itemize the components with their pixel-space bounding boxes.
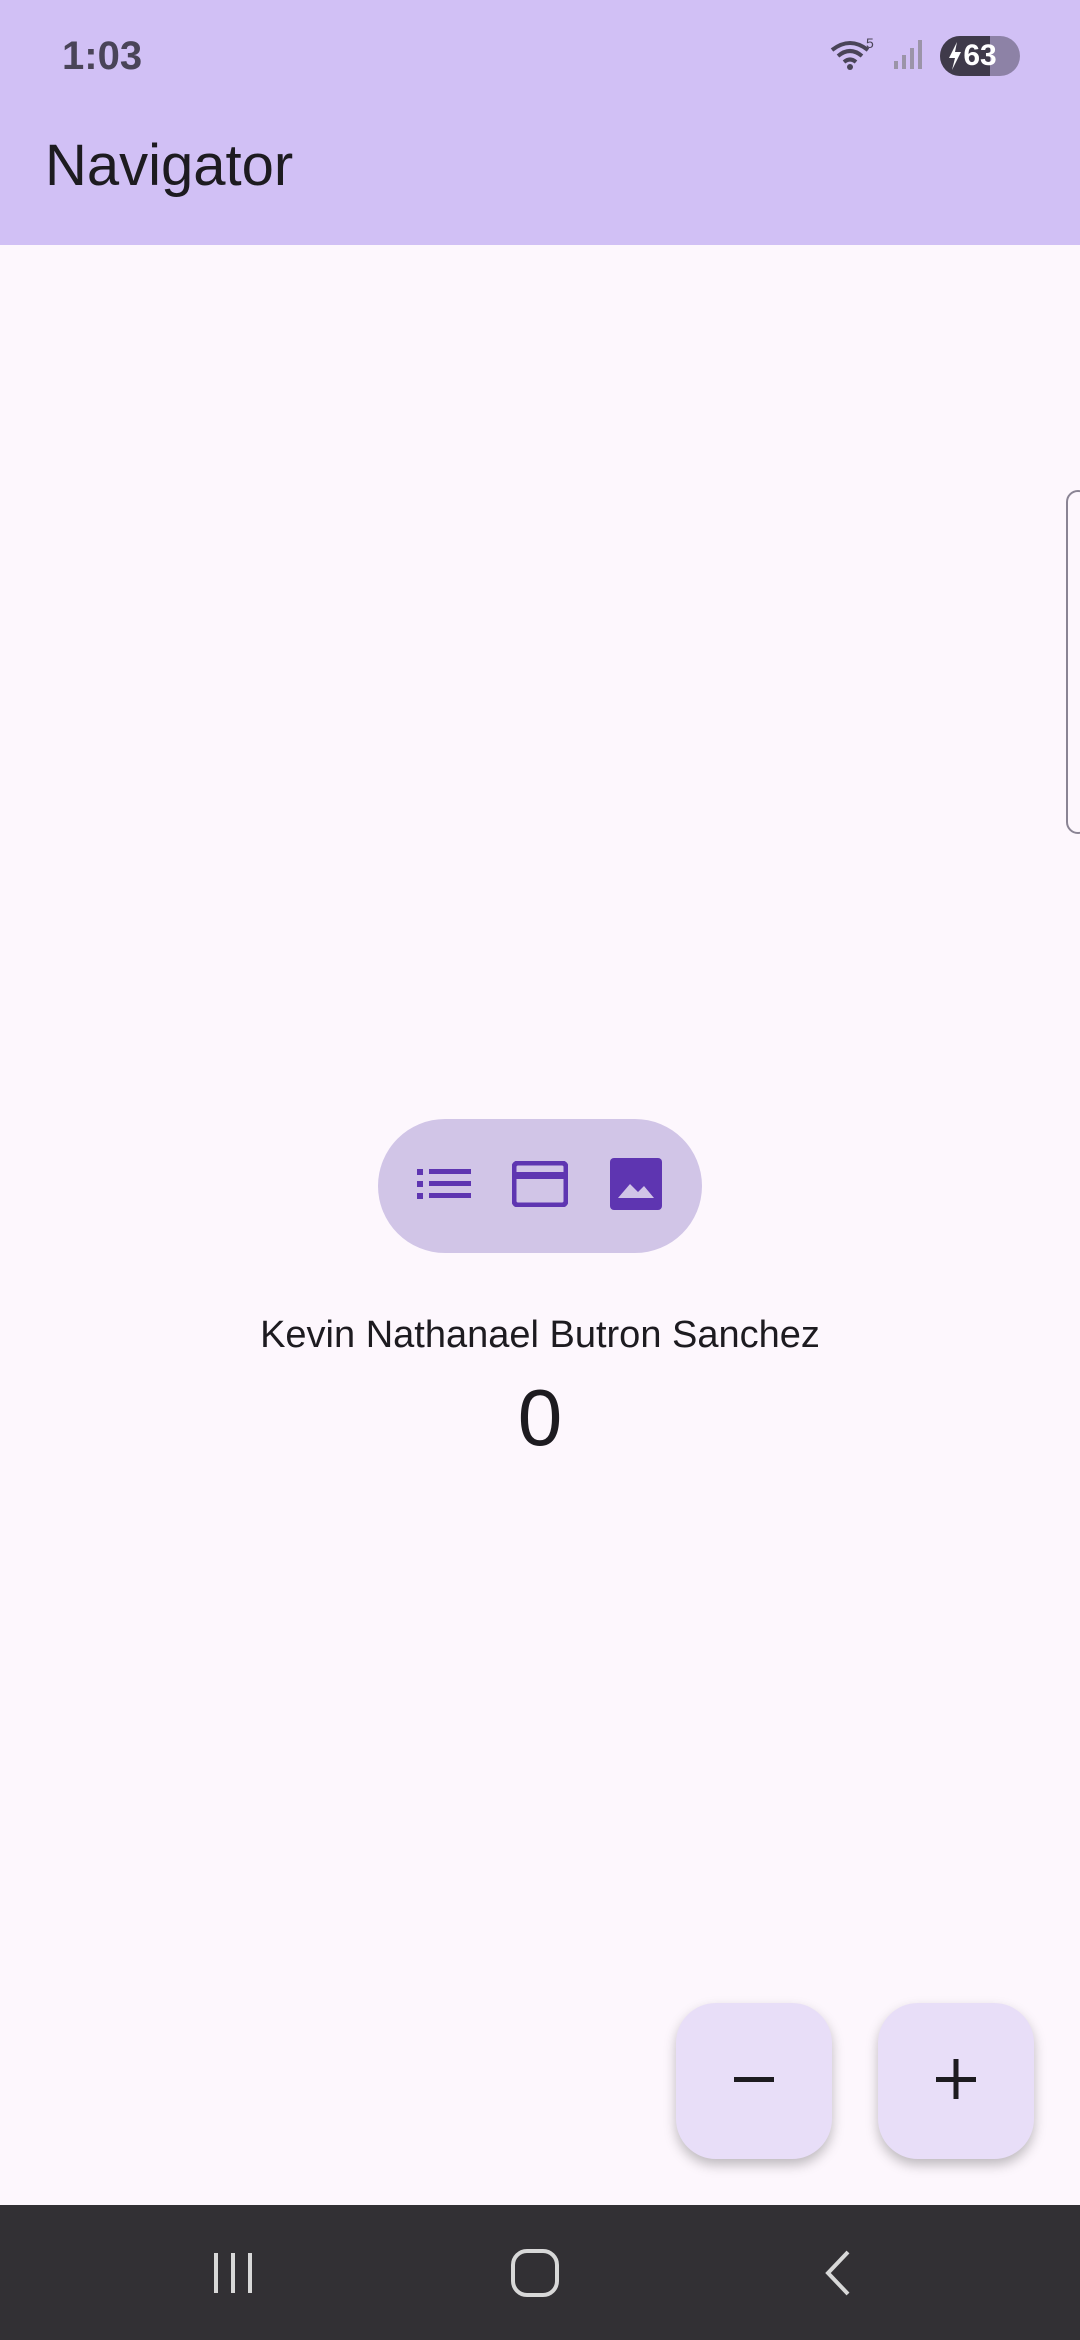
wifi-icon: 5: [828, 34, 878, 79]
status-time: 1:03: [62, 34, 143, 78]
increment-button[interactable]: [878, 2003, 1034, 2159]
back-icon: [818, 2248, 858, 2303]
battery-level: 63: [963, 39, 997, 72]
status-icons: 5 63: [828, 34, 1020, 78]
signal-icon: [892, 37, 926, 76]
back-button[interactable]: [798, 2245, 878, 2305]
home-icon: [510, 2248, 560, 2303]
name-label: Kevin Nathanael Butron Sanchez: [260, 1314, 820, 1356]
card-icon: [511, 1160, 569, 1212]
system-nav-bar: [0, 2205, 1080, 2340]
list-icon: [417, 1164, 471, 1209]
decrement-button[interactable]: [676, 2003, 832, 2159]
svg-text:5: 5: [866, 35, 874, 51]
recents-icon: [210, 2250, 256, 2301]
card-view-button[interactable]: [511, 1158, 569, 1214]
view-selector: [378, 1119, 702, 1253]
edge-panel-handle[interactable]: [1066, 490, 1080, 834]
top-app-bar: 1:03 5 63 Navigator: [0, 0, 1080, 245]
plus-icon: [934, 2057, 978, 2106]
counter-value: 0: [517, 1373, 563, 1462]
image-icon: [610, 1157, 662, 1215]
list-view-button[interactable]: [416, 1158, 472, 1214]
battery-icon: 63: [940, 36, 1020, 76]
page-title: Navigator: [45, 133, 294, 198]
image-view-button[interactable]: [608, 1157, 664, 1215]
recents-button[interactable]: [193, 2245, 273, 2305]
minus-icon: [732, 2057, 776, 2106]
home-button[interactable]: [495, 2245, 575, 2305]
